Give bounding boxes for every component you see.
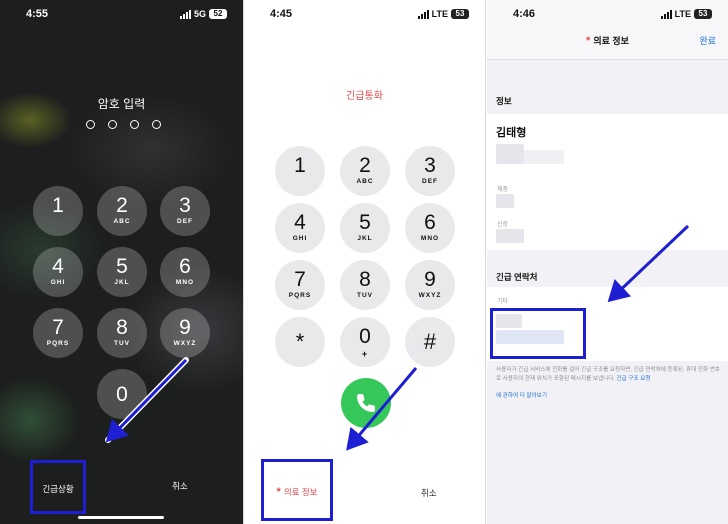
emergency-button[interactable]: 긴급상황 — [30, 460, 86, 514]
redacted-weight — [496, 194, 514, 208]
phone-icon — [357, 394, 375, 412]
status-bar: 4:55 5G 52 — [0, 8, 243, 24]
learn-more-link[interactable]: 에 관하여 더 알아보기 — [496, 391, 547, 399]
dial-key-star[interactable]: * — [275, 317, 325, 367]
height-label: 신장 — [497, 222, 509, 228]
keypad-key-8[interactable]: 8 TUV — [97, 308, 147, 358]
status-time: 4:46 — [513, 8, 536, 20]
emergency-label: 긴급상황 — [42, 484, 74, 494]
battery-icon: 53 — [451, 9, 469, 19]
page-title: * 의료 정보 — [586, 35, 629, 47]
dial-key-4[interactable]: 4 GHI — [275, 203, 325, 253]
dial-key-6[interactable]: 6 MNO — [405, 203, 455, 253]
medical-id-panel: 4:46 LTE 53 * 의료 정보 완료 정보 김태형 체중 신장 긴급 연락… — [487, 0, 728, 524]
keypad-key-6[interactable]: 6 MNO — [160, 247, 210, 297]
keypad-key-9[interactable]: 9 WXYZ — [160, 308, 210, 358]
keypad-key-0[interactable]: 0 — [97, 369, 147, 419]
lock-screen-panel: 4:55 5G 52 암호 입력 1 2 ABC 3 DEF 4 GHI 5 JKL 6… — [0, 0, 243, 524]
emergency-note: 사용자가 긴급 서비스에 전화를 걸어 긴급 구조를 요청하면, 긴급 연락처에… — [496, 367, 721, 382]
network-type: LTE — [431, 9, 448, 19]
redacted-height — [496, 229, 524, 243]
signal-icon — [417, 9, 429, 19]
keypad-key-7[interactable]: 7 PQRS — [33, 308, 83, 358]
network-type: 5G — [193, 9, 206, 19]
keypad-key-1[interactable]: 1 — [33, 186, 83, 236]
dial-key-3[interactable]: 3 DEF — [405, 146, 455, 196]
medical-asterisk-icon: * — [276, 486, 281, 498]
network-type: LTE — [674, 9, 691, 19]
passcode-title: 암호 입력 — [97, 97, 146, 111]
dial-key-0[interactable]: 0 + — [340, 317, 390, 367]
weight-label: 체중 — [497, 187, 509, 193]
keypad-key-4[interactable]: 4 GHI — [33, 247, 83, 297]
passcode-dots — [86, 120, 161, 129]
sos-link[interactable]: 긴급 구조 요청 — [617, 376, 651, 382]
medical-asterisk-icon: * — [586, 35, 591, 47]
keypad-key-2[interactable]: 2 ABC — [97, 186, 147, 236]
call-button[interactable] — [341, 378, 391, 428]
status-time: 4:55 — [26, 8, 49, 20]
section-emergency-label: 긴급 연락처 — [496, 272, 538, 282]
dial-key-5[interactable]: 5 JKL — [340, 203, 390, 253]
cancel-button[interactable]: 취소 — [421, 487, 437, 499]
keypad-key-5[interactable]: 5 JKL — [97, 247, 147, 297]
redacted-info — [496, 144, 524, 164]
medical-id-label: 의료 정보 — [283, 487, 318, 497]
home-indicator[interactable] — [78, 516, 164, 519]
dial-key-2[interactable]: 2 ABC — [340, 146, 390, 196]
keypad-key-3[interactable]: 3 DEF — [160, 186, 210, 236]
dial-key-1[interactable]: 1 — [275, 146, 325, 196]
cancel-button[interactable]: 취소 — [172, 480, 188, 492]
signal-icon — [179, 9, 191, 19]
panel-divider — [485, 0, 486, 524]
battery-icon: 53 — [694, 9, 712, 19]
dial-key-7[interactable]: 7 PQRS — [275, 260, 325, 310]
battery-icon: 52 — [209, 9, 227, 19]
emergency-call-title: 긴급통화 — [346, 91, 383, 102]
status-bar: 4:45 LTE 53 — [244, 8, 485, 24]
relation-label: 기타 — [497, 299, 509, 305]
status-bar: 4:46 LTE 53 — [487, 8, 728, 24]
done-button[interactable]: 완료 — [699, 34, 716, 47]
dial-key-9[interactable]: 9 WXYZ — [405, 260, 455, 310]
person-name: 김태형 — [496, 127, 527, 139]
status-time: 4:45 — [270, 8, 293, 20]
emergency-contact-highlight — [490, 308, 586, 359]
redacted-info — [524, 150, 564, 164]
dial-key-hash[interactable]: # — [405, 317, 455, 367]
dial-key-8[interactable]: 8 TUV — [340, 260, 390, 310]
section-info-label: 정보 — [496, 96, 512, 106]
signal-icon — [660, 9, 672, 19]
medical-id-button[interactable]: * 의료 정보 — [261, 459, 333, 521]
